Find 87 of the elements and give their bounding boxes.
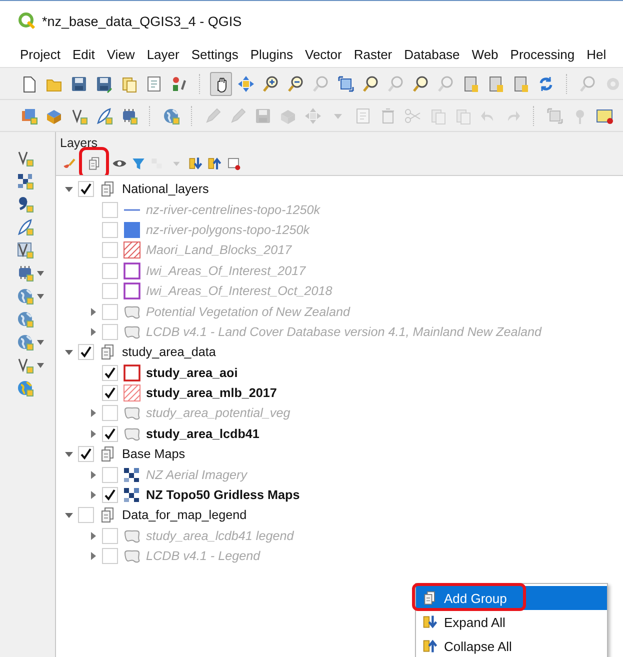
menu-item[interactable]: Edit [66,46,101,62]
expand-icon [422,614,438,630]
group-icon [422,590,438,606]
brush-icon[interactable] [62,156,76,170]
collapse-icon [422,638,438,654]
group-icon[interactable] [86,156,102,170]
visibility-checkbox[interactable] [102,466,118,483]
comma-icon[interactable] [16,195,34,213]
visibility-checkbox[interactable] [78,507,94,524]
group-name[interactable]: National_layers [122,182,209,196]
expand-arrow-icon[interactable] [89,470,97,479]
panel-title: Layers [59,135,99,150]
menu-item[interactable]: Layer [140,46,186,62]
layer-name[interactable]: NZ Topo50 Gridless Maps [146,488,300,502]
menu-item[interactable]: Processing [504,46,581,62]
expand-arrow-icon[interactable] [89,409,97,418]
vector-icon[interactable] [16,356,34,374]
globe-icon[interactable] [16,310,34,328]
visibility-checkbox[interactable] [102,324,118,340]
globe-icon[interactable] [16,333,34,351]
visibility-checkbox[interactable] [78,181,94,198]
menu-item[interactable]: Add Group [416,586,607,610]
expand-arrow-icon[interactable] [89,491,97,500]
visibility-checkbox[interactable] [102,385,118,402]
visibility-checkbox[interactable] [102,426,118,442]
collapse-icon[interactable] [206,156,222,170]
caret-icon[interactable] [37,270,44,276]
visibility-checkbox[interactable] [78,344,94,360]
visibility-checkbox[interactable] [102,487,118,504]
collapse-arrow-icon[interactable] [65,450,73,458]
caret-icon[interactable] [37,362,44,368]
app-logo-icon [18,12,36,30]
menu-item[interactable]: View [100,46,141,62]
visibility-checkbox[interactable] [102,364,118,381]
menu-item[interactable]: Project [14,46,66,62]
visibility-checkbox[interactable] [102,222,118,238]
globe-icon[interactable] [16,287,34,305]
layer-name[interactable]: study_area_aoi [146,366,238,380]
layer-name[interactable]: study_area_mlb_2017 [146,386,277,400]
chip-icon[interactable] [16,264,34,282]
visibility-checkbox[interactable] [102,405,118,422]
group-name[interactable]: Data_for_map_legend [122,508,247,522]
menu-item[interactable]: Raster [348,46,398,62]
vector-icon[interactable] [16,241,34,259]
menu-item[interactable]: Web [466,46,504,62]
expand-arrow-icon[interactable] [89,430,97,438]
menu-item[interactable]: Settings [185,46,244,62]
visibility-checkbox[interactable] [102,283,118,300]
group-name[interactable]: study_area_data [122,345,216,360]
expand-arrow-icon[interactable] [89,328,97,336]
expand-arrow-icon[interactable] [89,532,97,540]
menu-item[interactable]: Hel [580,46,612,62]
collapse-arrow-icon[interactable] [65,348,73,356]
visibility-checkbox[interactable] [102,548,118,564]
checker-icon [123,466,141,484]
visibility-checkbox[interactable] [102,304,118,320]
highlight-frame[interactable] [82,150,106,176]
checker-icon [123,486,141,504]
menu-item-label: Expand All [444,614,506,630]
menu-item-label: Collapse All [444,638,512,654]
menu-item[interactable]: Vector [298,46,348,62]
vector-icon[interactable] [16,149,34,167]
menu-item-label: Add Group [444,590,507,606]
caret-icon[interactable] [37,294,44,298]
visibility-checkbox[interactable] [102,242,118,258]
visibility-checkbox[interactable] [102,262,118,279]
collapse-arrow-icon[interactable] [65,511,73,520]
caret-icon[interactable] [37,340,44,344]
menu-item[interactable]: Database [398,46,466,62]
expand-arrow-icon[interactable] [89,308,97,316]
funnel-icon[interactable] [130,156,146,170]
menu-item[interactable]: Collapse All [416,634,607,657]
feather-icon[interactable] [16,218,34,236]
group-name[interactable]: Base Maps [122,447,185,462]
expand-arrow-icon[interactable] [89,552,97,560]
visibility-checkbox[interactable] [102,202,118,218]
expand-icon[interactable] [188,156,202,170]
window-title: *nz_base_data_QGIS3_4 - QGIS [42,14,242,28]
collapse-arrow-icon[interactable] [65,185,73,194]
visibility-checkbox[interactable] [102,528,118,544]
menu-item[interactable]: Expand All [416,610,607,634]
layer-name[interactable]: study_area_lcdb41 [146,426,260,441]
visibility-checkbox[interactable] [78,446,94,462]
remove-icon[interactable] [226,156,240,170]
menu-item[interactable]: Plugins [244,46,299,62]
globe-icon[interactable] [16,379,34,397]
checker-icon[interactable] [16,172,34,190]
